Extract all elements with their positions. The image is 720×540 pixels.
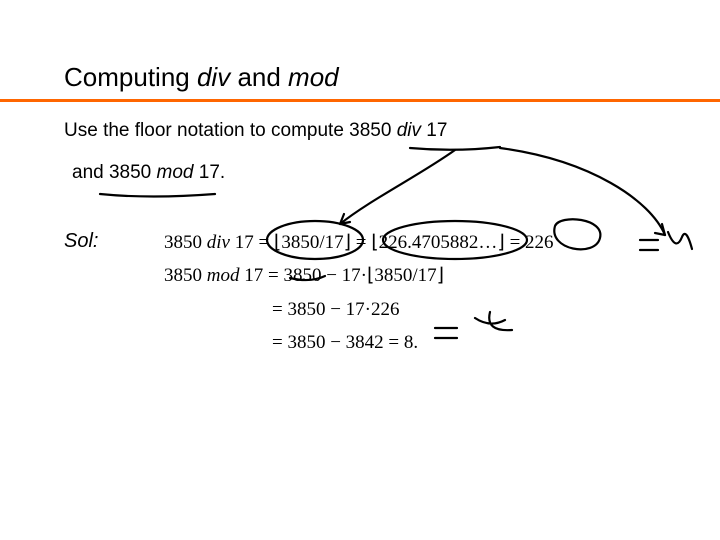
line2-post: 17. bbox=[194, 162, 226, 183]
eq2-c: 17 = 3850 − 17·⌊3850/17⌋ bbox=[239, 265, 444, 286]
eq1-a: 3850 bbox=[164, 232, 207, 253]
eq2-b: mod bbox=[207, 265, 240, 286]
slide-title: Computing div and mod bbox=[0, 62, 720, 99]
eq-row-3: = 3850 − 17·226 bbox=[164, 295, 554, 324]
title-mod-word: mod bbox=[288, 62, 339, 92]
eq1-b: div bbox=[207, 232, 230, 253]
problem-line-1: Use the floor notation to compute 3850 d… bbox=[64, 120, 680, 142]
eq1-c: 17 = ⌊3850/17⌋ = ⌊226.4705882…⌋ = 226 bbox=[230, 232, 554, 253]
equals-right-icon bbox=[640, 240, 658, 250]
line1-pre: Use the floor notation to compute 3850 bbox=[64, 120, 397, 141]
equation-stack: 3850 div 17 = ⌊3850/17⌋ = ⌊226.4705882…⌋… bbox=[164, 228, 554, 362]
slide-header: Computing div and mod bbox=[0, 62, 720, 102]
arrowhead-2-icon bbox=[655, 224, 665, 235]
eq-row-4: = 3850 − 3842 = 8. bbox=[164, 328, 554, 357]
solution-label: Sol: bbox=[64, 230, 98, 253]
line1-post: 17 bbox=[421, 120, 447, 141]
line1-div-word: div bbox=[397, 120, 421, 141]
scribble-v-icon bbox=[668, 232, 692, 249]
eq-row-1: 3850 div 17 = ⌊3850/17⌋ = ⌊226.4705882…⌋… bbox=[164, 228, 554, 257]
slide-content: Use the floor notation to compute 3850 d… bbox=[64, 120, 680, 210]
line2-pre: and 3850 bbox=[72, 162, 157, 183]
eq-row-2: 3850 mod 17 = 3850 − 17·⌊3850/17⌋ bbox=[164, 261, 554, 290]
title-text-mid: and bbox=[230, 62, 288, 92]
title-underline bbox=[0, 99, 720, 102]
circle-226-icon bbox=[554, 219, 600, 249]
title-div-word: div bbox=[197, 62, 230, 92]
eq2-a: 3850 bbox=[164, 265, 207, 286]
arrowhead-1-icon bbox=[340, 214, 350, 224]
line2-mod-word: mod bbox=[157, 162, 194, 183]
title-text-pre: Computing bbox=[64, 62, 197, 92]
problem-line-2: and 3850 mod 17. bbox=[64, 162, 680, 184]
